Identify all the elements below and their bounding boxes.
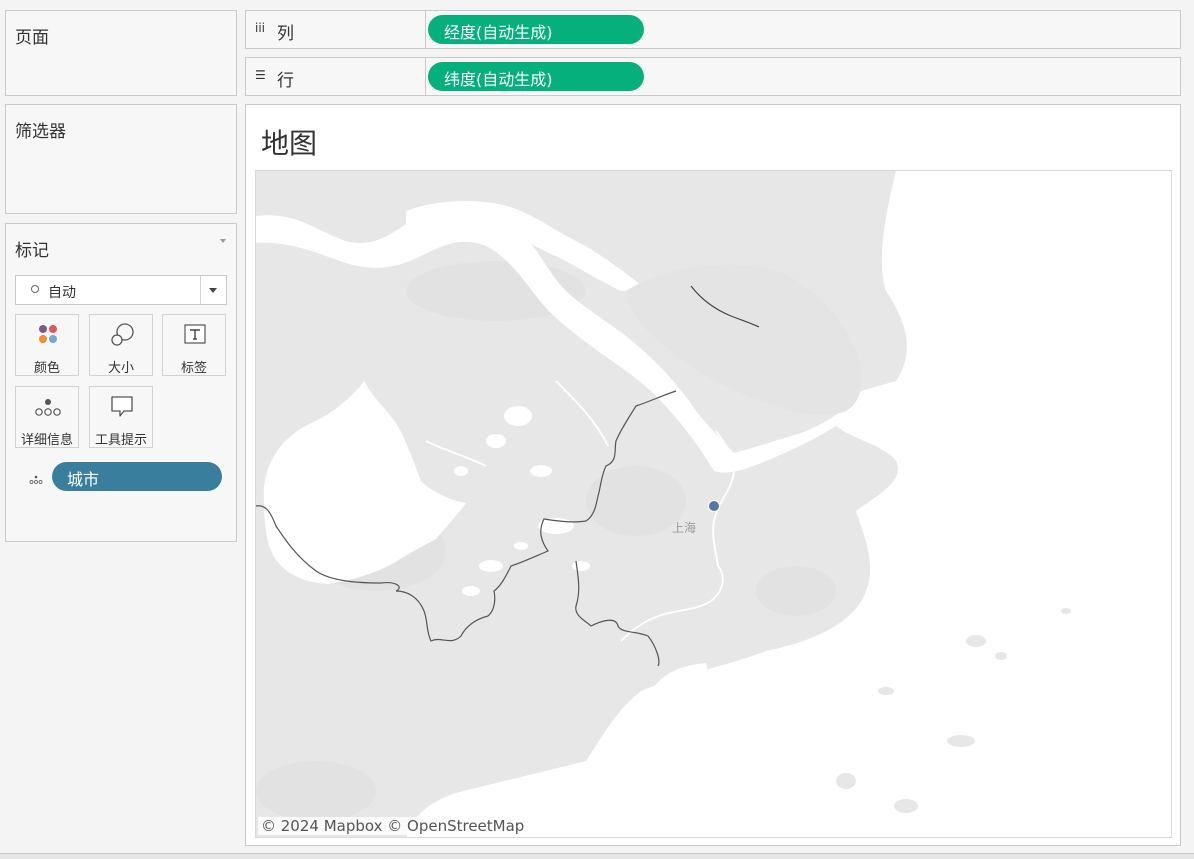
sheet-tab-bar[interactable] — [0, 853, 1194, 859]
label-button[interactable]: 标签 — [162, 314, 226, 376]
rows-icon: ☰ — [255, 68, 266, 82]
size-button[interactable]: 大小 — [89, 314, 153, 376]
city-field-pill-label: 城市 — [67, 470, 100, 489]
map-canvas[interactable]: 上海 — [256, 171, 1172, 838]
detail-button-label: 详细信息 — [20, 433, 73, 448]
longitude-pill[interactable]: 经度(自动生成) — [428, 15, 644, 44]
detail-field-icon — [28, 471, 44, 490]
columns-shelf-header: iii 列 — [246, 11, 426, 48]
text-label-icon — [163, 323, 225, 349]
chevron-down-icon[interactable] — [209, 288, 217, 293]
tooltip-icon — [90, 395, 152, 421]
latitude-pill-label: 纬度(自动生成) — [444, 70, 553, 89]
circle-mark-icon — [31, 285, 39, 293]
shanghai-city-label: 上海 — [672, 520, 696, 535]
rows-shelf[interactable]: ☰ 行 纬度(自动生成) — [245, 57, 1181, 96]
mark-type-label: 自动 — [48, 285, 76, 301]
marks-card-title: 标记 — [15, 241, 49, 261]
map-attribution[interactable]: © 2024 Mapbox © OpenStreetMap — [258, 817, 528, 835]
detail-icon — [16, 395, 78, 421]
view-title: 地图 — [261, 127, 318, 160]
longitude-pill-label: 经度(自动生成) — [444, 23, 553, 42]
label-button-label: 标签 — [180, 361, 207, 376]
city-field-pill[interactable]: 城市 — [52, 462, 222, 491]
filters-card-title: 筛选器 — [15, 122, 66, 142]
tooltip-button-label: 工具提示 — [94, 433, 147, 448]
color-button[interactable]: 颜色 — [15, 314, 79, 376]
color-icon — [16, 323, 78, 349]
size-button-label: 大小 — [107, 361, 134, 376]
color-button-label: 颜色 — [33, 361, 60, 376]
marks-card: 标记 自动 颜色 大小 标签 详细信息 工具提示 城市 — [5, 223, 237, 542]
tooltip-button[interactable]: 工具提示 — [89, 386, 153, 448]
latitude-pill[interactable]: 纬度(自动生成) — [428, 62, 644, 91]
marks-card-menu-icon[interactable] — [220, 239, 226, 243]
dropdown-divider — [200, 276, 201, 304]
view-pane: 地图 上海 © 2024 Mapbox © OpenStreetMap — [245, 104, 1181, 846]
mark-type-dropdown[interactable]: 自动 — [15, 275, 227, 305]
map-frame[interactable]: 上海 © 2024 Mapbox © OpenStreetMap — [255, 170, 1172, 838]
size-icon — [90, 323, 152, 349]
pages-card[interactable]: 页面 — [5, 10, 237, 96]
rows-shelf-header: ☰ 行 — [246, 58, 426, 95]
columns-icon: iii — [255, 21, 266, 35]
pages-card-title: 页面 — [15, 28, 49, 48]
columns-shelf-label: 列 — [277, 24, 294, 44]
shanghai-data-point[interactable] — [708, 500, 720, 512]
filters-card[interactable]: 筛选器 — [5, 104, 237, 214]
detail-button[interactable]: 详细信息 — [15, 386, 79, 448]
columns-shelf[interactable]: iii 列 经度(自动生成) — [245, 10, 1181, 49]
rows-shelf-label: 行 — [277, 71, 294, 91]
